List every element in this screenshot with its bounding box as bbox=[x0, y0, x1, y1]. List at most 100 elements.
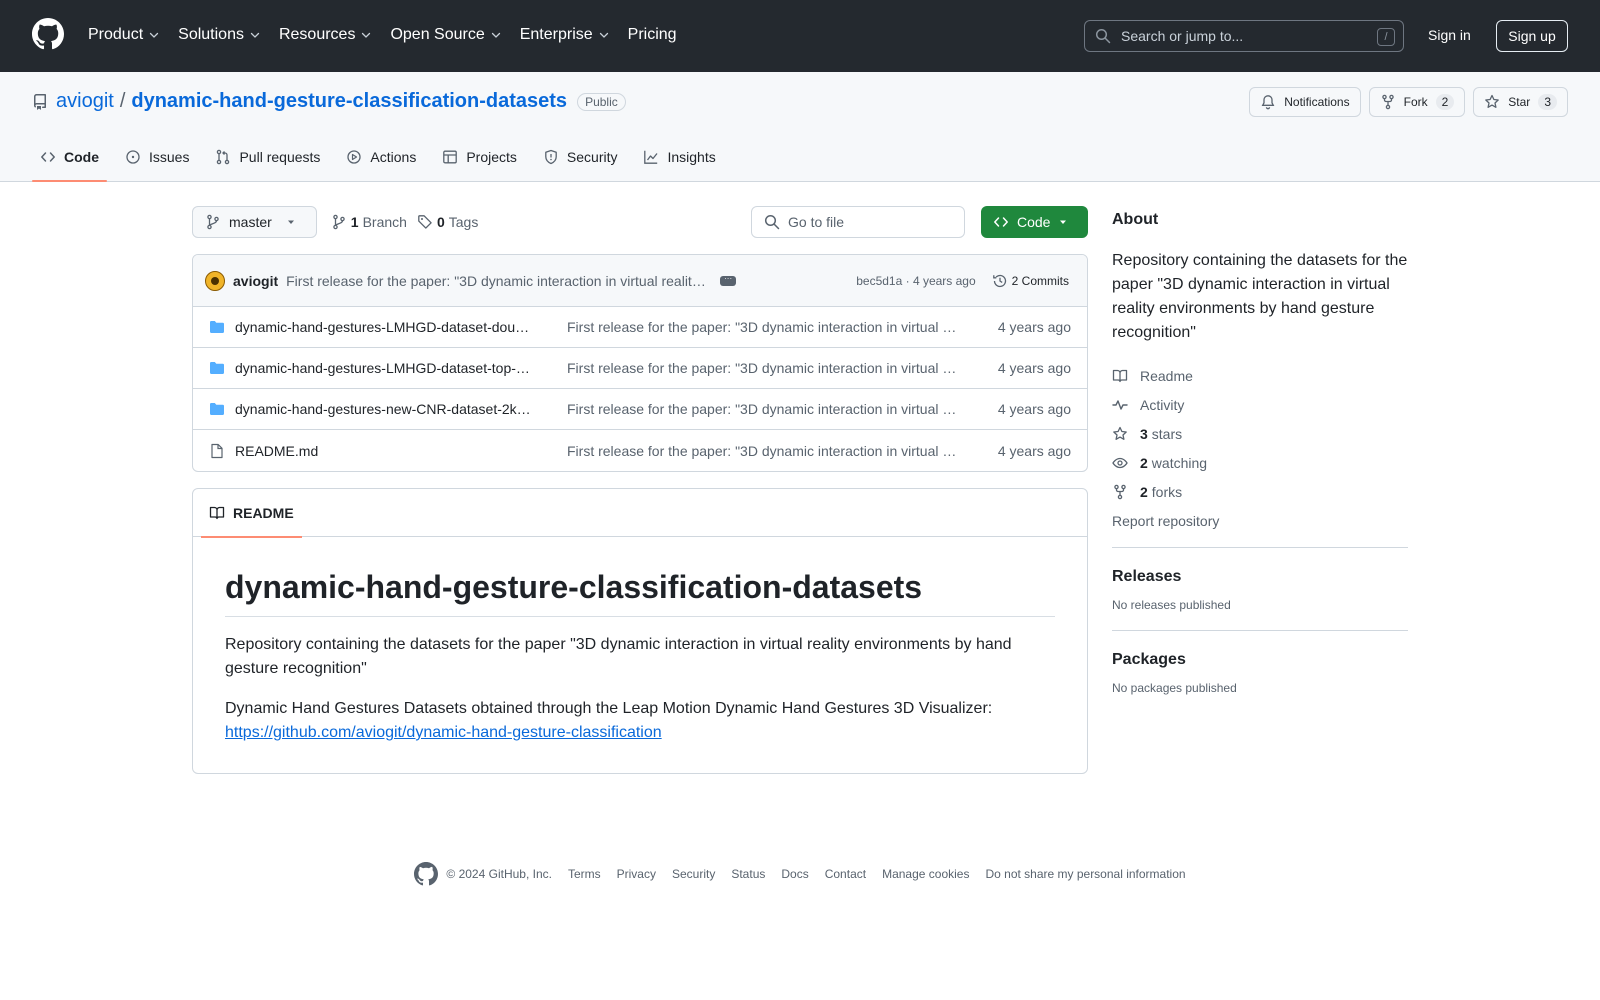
code-download-button[interactable]: Code bbox=[981, 206, 1088, 238]
global-header: Product Solutions Resources Open Source Ente… bbox=[0, 0, 1600, 72]
go-to-file-input[interactable]: Go to file bbox=[751, 206, 965, 238]
footer-link-manage-cookies[interactable]: Manage cookies bbox=[882, 867, 969, 881]
avatar[interactable] bbox=[205, 270, 225, 291]
tab-label: Pull requests bbox=[239, 149, 321, 165]
nav-label: Enterprise bbox=[519, 26, 593, 43]
file-commit-message-link[interactable]: First release for the paper: "3D dynamic… bbox=[567, 319, 957, 335]
stars-link[interactable]: 3 stars bbox=[1112, 419, 1408, 448]
footer-link-terms[interactable]: Terms bbox=[568, 867, 601, 881]
tab-issues[interactable]: Issues bbox=[117, 134, 197, 180]
repo-owner-link[interactable]: aviogit bbox=[56, 90, 114, 113]
branch-tag-meta: 1 Branch 0 Tags bbox=[331, 214, 489, 230]
nav-open-source[interactable]: Open Source bbox=[390, 24, 501, 46]
branch-selector[interactable]: master bbox=[192, 206, 317, 238]
commit-message-link[interactable]: First release for the paper: "3D dynamic… bbox=[286, 273, 706, 289]
branch-word: Branch bbox=[362, 214, 407, 230]
file-commit-message-link[interactable]: First release for the paper: "3D dynamic… bbox=[567, 360, 957, 376]
commits-history-link[interactable]: 2 Commits bbox=[992, 273, 1069, 289]
footer-link-status[interactable]: Status bbox=[731, 867, 765, 881]
file-name-link[interactable]: dynamic-hand-gestures-new-CNR-dataset-2k… bbox=[235, 401, 531, 417]
search-input[interactable]: Search or jump to... / bbox=[1084, 20, 1404, 52]
file-commit-message-link[interactable]: First release for the paper: "3D dynamic… bbox=[567, 401, 957, 417]
table-row: dynamic-hand-gestures-LMHGD-dataset-doub… bbox=[193, 307, 1087, 348]
sign-up-button[interactable]: Sign up bbox=[1496, 20, 1568, 52]
star-button[interactable]: Star 3 bbox=[1473, 87, 1568, 117]
tab-projects[interactable]: Projects bbox=[434, 134, 525, 180]
tab-insights[interactable]: Insights bbox=[635, 134, 723, 180]
footer-link-security[interactable]: Security bbox=[672, 867, 715, 881]
tab-pull-requests[interactable]: Pull requests bbox=[207, 134, 328, 180]
file-browser: aviogit First release for the paper: "3D… bbox=[192, 254, 1088, 472]
branches-link[interactable]: 1 Branch bbox=[331, 214, 407, 230]
fork-button[interactable]: Fork 2 bbox=[1368, 87, 1466, 117]
github-logo-icon[interactable] bbox=[32, 18, 64, 50]
nav-resources[interactable]: Resources bbox=[279, 24, 372, 46]
commit-author-link[interactable]: aviogit bbox=[233, 273, 278, 289]
book-icon bbox=[1112, 369, 1128, 382]
readme-link[interactable]: Readme bbox=[1112, 361, 1408, 390]
github-logo-icon[interactable] bbox=[414, 862, 439, 886]
footer-link-privacy[interactable]: Privacy bbox=[617, 867, 656, 881]
footer-link-contact[interactable]: Contact bbox=[825, 867, 866, 881]
tab-label: Code bbox=[64, 149, 99, 165]
readme-tab[interactable]: README bbox=[201, 489, 302, 538]
table-row: dynamic-hand-gestures-LMHGD-dataset-top-… bbox=[193, 348, 1087, 389]
nav-label: Product bbox=[88, 26, 144, 43]
commits-count-label: 2 Commits bbox=[1011, 273, 1069, 288]
report-repository-link[interactable]: Report repository bbox=[1112, 506, 1408, 535]
watchers-link[interactable]: 2 watching bbox=[1112, 448, 1408, 477]
releases-heading[interactable]: Releases bbox=[1112, 568, 1408, 586]
notifications-button[interactable]: Notifications bbox=[1249, 87, 1361, 117]
fork-count: 2 bbox=[1435, 94, 1455, 110]
file-name-link[interactable]: dynamic-hand-gestures-LMHGD-dataset-doub… bbox=[235, 319, 531, 335]
file-list: dynamic-hand-gestures-LMHGD-dataset-doub… bbox=[193, 307, 1087, 471]
file-commit-age: 4 years ago bbox=[997, 319, 1071, 335]
shield-icon bbox=[545, 149, 557, 165]
tab-label: Security bbox=[566, 149, 618, 165]
activity-link[interactable]: Activity bbox=[1112, 390, 1408, 419]
history-icon bbox=[992, 274, 1006, 287]
eye-icon bbox=[1112, 457, 1128, 468]
tab-label: Issues bbox=[149, 149, 190, 165]
footer-link-do-not-share-my-personal-information[interactable]: Do not share my personal information bbox=[985, 867, 1185, 881]
tab-security[interactable]: Security bbox=[535, 134, 626, 180]
branch-name: master bbox=[229, 214, 272, 230]
tab-actions[interactable]: Actions bbox=[338, 134, 424, 180]
code-button-label: Code bbox=[1017, 214, 1051, 230]
sign-in-link[interactable]: Sign in bbox=[1428, 27, 1471, 43]
file-name-link[interactable]: README.md bbox=[235, 443, 531, 459]
file-commit-message-link[interactable]: First release for the paper: "3D dynamic… bbox=[567, 443, 957, 459]
readme-link-label: Readme bbox=[1140, 367, 1193, 384]
play-icon bbox=[347, 150, 362, 164]
tab-code[interactable]: Code bbox=[32, 134, 107, 182]
tags-link[interactable]: 0 Tags bbox=[417, 214, 478, 230]
site-footer: © 2024 GitHub, Inc. Terms Privacy Security… bbox=[0, 862, 1600, 886]
repo-title: aviogit / dynamic-hand-gesture-classific… bbox=[32, 90, 626, 113]
repo-sidebar: About Repository containing the datasets… bbox=[1112, 206, 1408, 695]
copyright-text: © 2024 GitHub, Inc. bbox=[446, 867, 552, 881]
nav-solutions[interactable]: Solutions bbox=[178, 24, 261, 46]
table-row: README.md First release for the paper: "3… bbox=[193, 430, 1087, 471]
nav-pricing[interactable]: Pricing bbox=[628, 24, 677, 46]
table-row: dynamic-hand-gestures-new-CNR-dataset-2k… bbox=[193, 389, 1087, 430]
sidebar-divider bbox=[1112, 630, 1408, 631]
folder-icon bbox=[210, 403, 224, 415]
file-name-link[interactable]: dynamic-hand-gestures-LMHGD-dataset-top-… bbox=[235, 360, 531, 376]
expand-commit-message-button[interactable]: ··· bbox=[720, 274, 737, 286]
nav-label: Pricing bbox=[627, 26, 677, 43]
readme-paragraph-2: Dynamic Hand Gestures Datasets obtained … bbox=[225, 697, 1055, 745]
visualizer-repo-link[interactable]: https://github.com/aviogit/dynamic-hand-… bbox=[225, 724, 662, 741]
footer-link-docs[interactable]: Docs bbox=[781, 867, 808, 881]
releases-empty-text: No releases published bbox=[1112, 598, 1231, 612]
packages-heading[interactable]: Packages bbox=[1112, 651, 1408, 669]
caret-down-icon bbox=[287, 220, 294, 224]
nav-enterprise[interactable]: Enterprise bbox=[520, 24, 610, 46]
nav-product[interactable]: Product bbox=[88, 24, 160, 46]
chevron-down-icon bbox=[250, 32, 260, 38]
repo-name-link[interactable]: dynamic-hand-gesture-classification-data… bbox=[131, 90, 567, 113]
commit-hash-time[interactable]: bec5d1a · 4 years ago bbox=[856, 274, 975, 288]
code-icon bbox=[994, 217, 1008, 227]
forks-link[interactable]: 2 forks bbox=[1112, 477, 1408, 506]
file-commit-age: 4 years ago bbox=[997, 442, 1071, 459]
folder-icon bbox=[210, 321, 224, 333]
